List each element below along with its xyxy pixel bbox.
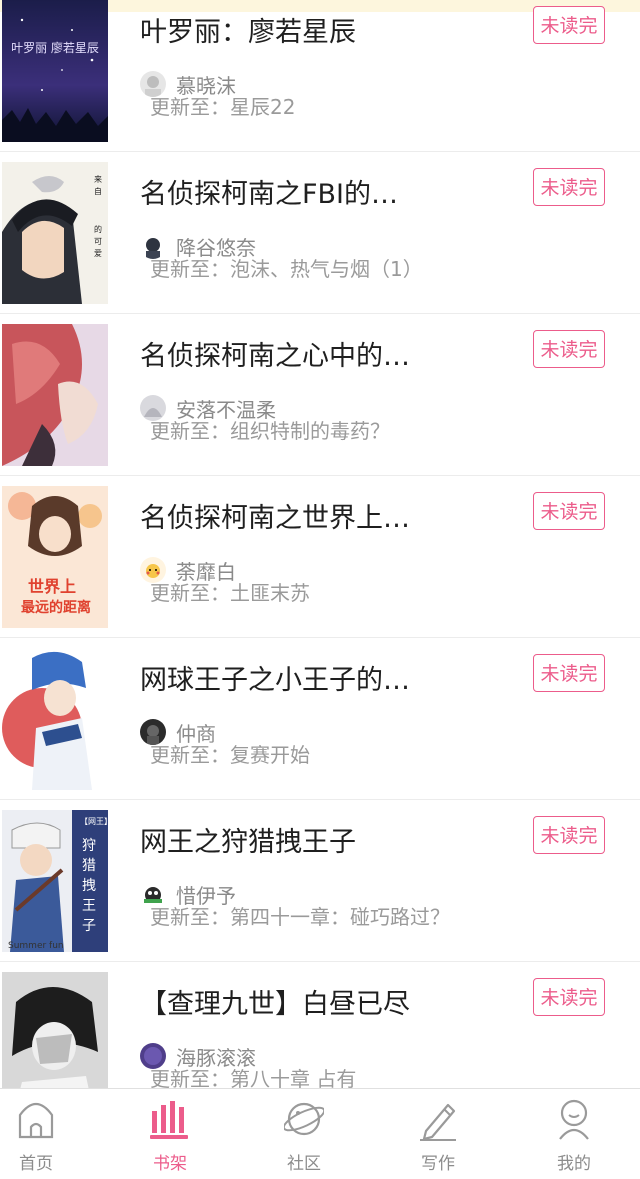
svg-text:子: 子 — [82, 918, 96, 934]
update-status: 更新至：第八十章 占有 — [150, 1067, 357, 1088]
tab-profile[interactable]: 我的 — [510, 1089, 638, 1179]
bookshelf-icon — [150, 1101, 188, 1139]
book-item[interactable]: 网球王子之小王子的… 仲商 更新至：复赛开始 未读完 — [0, 638, 640, 800]
book-cover[interactable]: 叶罗丽 廖若星辰 — [2, 0, 108, 142]
book-title: 叶罗丽：廖若星辰 — [140, 17, 356, 48]
unread-badge[interactable]: 未读完 — [533, 654, 605, 692]
book-cover[interactable] — [2, 324, 108, 466]
svg-text:的: 的 — [94, 224, 102, 234]
tab-label: 书架 — [153, 1154, 187, 1174]
unread-badge[interactable]: 未读完 — [533, 492, 605, 530]
book-title: 网球王子之小王子的… — [140, 665, 410, 696]
book-title: 名侦探柯南之FBI的… — [140, 179, 399, 210]
svg-text:爱: 爱 — [94, 249, 102, 258]
svg-text:狩: 狩 — [82, 838, 96, 854]
update-status: 更新至：第四十一章：碰巧路过？ — [150, 905, 450, 929]
update-status: 更新至：泡沫、热气与烟（1） — [150, 257, 423, 281]
profile-icon — [559, 1099, 589, 1140]
book-item[interactable]: 世界上 最远的距离 名侦探柯南之世界上… 荼靡白 更新至：土匪末苏 未读完 — [0, 476, 640, 638]
book-title: 名侦探柯南之心中的… — [140, 341, 410, 372]
svg-text:王: 王 — [82, 898, 96, 914]
unread-badge[interactable]: 未读完 — [533, 168, 605, 206]
tab-label: 社区 — [287, 1154, 321, 1174]
unread-badge[interactable]: 未读完 — [533, 816, 605, 854]
tab-community[interactable]: 社区 — [240, 1089, 368, 1179]
unread-badge[interactable]: 未读完 — [533, 6, 605, 44]
home-icon — [18, 1102, 54, 1139]
tab-write[interactable]: 写作 — [374, 1089, 502, 1179]
svg-text:可: 可 — [94, 237, 102, 246]
svg-text:Summer fun: Summer fun — [8, 941, 64, 951]
svg-text:最远的距离: 最远的距离 — [21, 599, 91, 616]
book-cover[interactable]: 来 自 的 可 爱 — [2, 162, 108, 304]
svg-text:世界上: 世界上 — [28, 577, 76, 596]
tab-bookshelf[interactable]: 书架 — [106, 1089, 234, 1179]
book-cover[interactable]: 世界上 最远的距离 — [2, 486, 108, 628]
book-item[interactable]: 叶罗丽 廖若星辰 叶罗丽：廖若星辰 慕晓沫 更新至：星辰22 未读完 — [0, 0, 640, 152]
book-item[interactable]: 名侦探柯南之心中的… 安落不温柔 更新至：组织特制的毒药？ 未读完 — [0, 314, 640, 476]
planet-icon — [284, 1102, 324, 1136]
svg-text:猎: 猎 — [82, 858, 96, 874]
book-cover[interactable]: 【网王】 狩 猎 拽 王 子 Summer fun — [2, 810, 108, 952]
book-cover[interactable] — [2, 648, 108, 790]
pencil-icon — [420, 1103, 456, 1141]
svg-text:来: 来 — [94, 175, 102, 184]
book-title: 名侦探柯南之世界上… — [140, 503, 410, 534]
cover-title-text: 叶罗丽 廖若星辰 — [11, 40, 99, 55]
bookshelf-list[interactable]: 叶罗丽 廖若星辰 叶罗丽：廖若星辰 慕晓沫 更新至：星辰22 未读完 来 自 的 — [0, 0, 640, 1088]
book-item[interactable]: 【查理九世】白昼已尽 海豚滚滚 更新至：第八十章 占有 未读完 — [0, 962, 640, 1088]
tab-label: 首页 — [19, 1154, 53, 1174]
tab-home[interactable]: 首页 — [0, 1089, 100, 1179]
tab-label: 我的 — [557, 1154, 591, 1174]
book-item[interactable]: 来 自 的 可 爱 名侦探柯南之FBI的… 降谷悠奈 更新至：泡沫、热气与烟（1… — [0, 152, 640, 314]
unread-badge[interactable]: 未读完 — [533, 978, 605, 1016]
update-status: 更新至：星辰22 — [150, 95, 296, 119]
update-status: 更新至：复赛开始 — [150, 743, 310, 767]
unread-badge[interactable]: 未读完 — [533, 330, 605, 368]
book-title: 【查理九世】白昼已尽 — [140, 989, 410, 1020]
svg-text:【网王】: 【网王】 — [80, 817, 108, 826]
update-status: 更新至：土匪末苏 — [150, 581, 310, 605]
book-cover[interactable] — [2, 972, 108, 1088]
svg-text:自: 自 — [94, 186, 102, 196]
book-item[interactable]: 【网王】 狩 猎 拽 王 子 Summer fun 网王之狩猎拽王子 惜伊予 更… — [0, 800, 640, 962]
update-status: 更新至：组织特制的毒药？ — [150, 419, 390, 443]
bottom-tab-bar: 首页 书架 社区 写作 我的 — [0, 1088, 640, 1178]
book-title: 网王之狩猎拽王子 — [140, 827, 356, 858]
svg-text:拽: 拽 — [82, 878, 96, 894]
tab-label: 写作 — [421, 1154, 455, 1174]
